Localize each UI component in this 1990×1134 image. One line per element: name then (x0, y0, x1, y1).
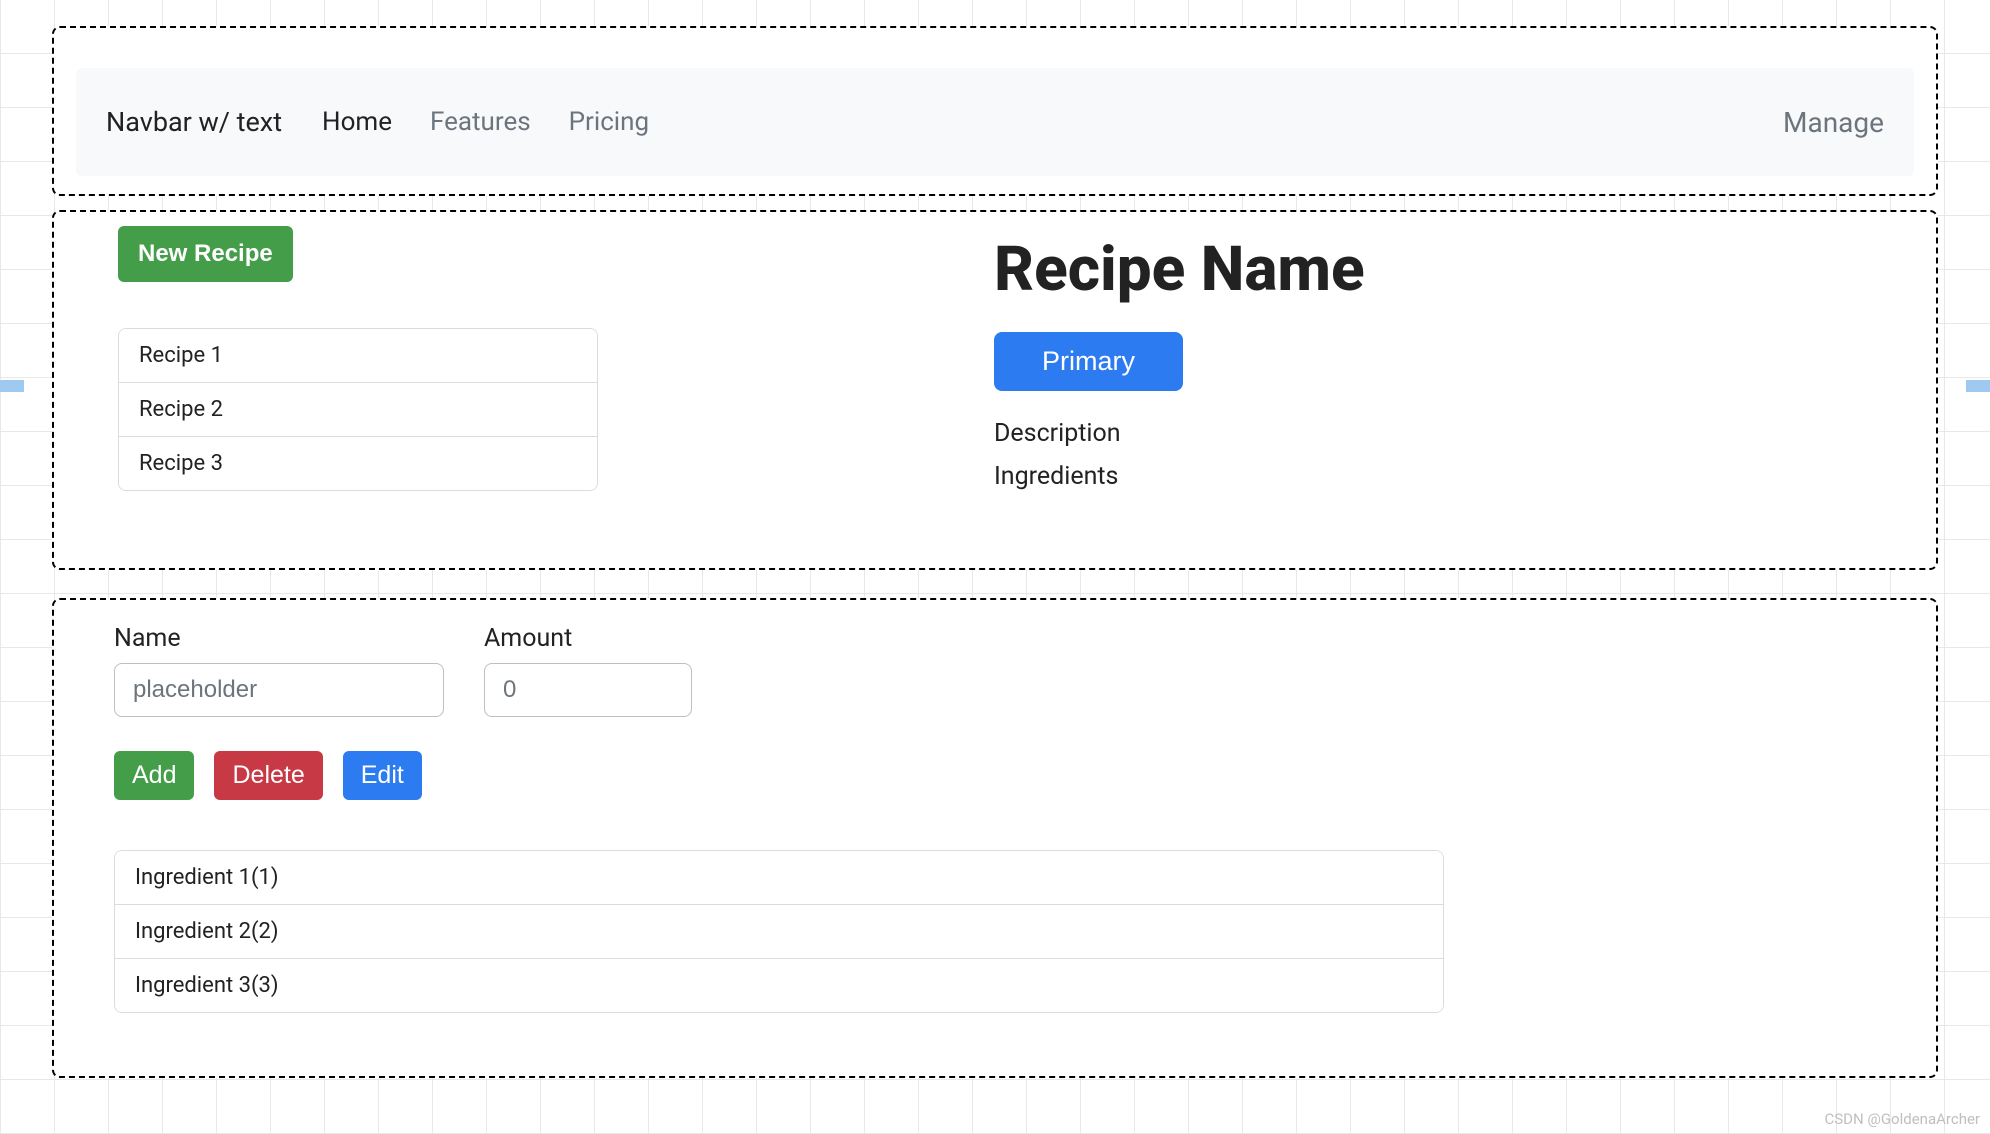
navbar-container: Navbar w/ text Home Features Pricing Man… (52, 26, 1938, 196)
edit-button-row: Add Delete Edit (114, 751, 1876, 800)
ruler-mark-right (1966, 380, 1990, 392)
recipe-description-label: Description (994, 419, 1365, 448)
recipe-container: New Recipe Recipe 1 Recipe 2 Recipe 3 Re… (52, 210, 1938, 570)
watermark: CSDN @GoldenaArcher (1824, 1110, 1980, 1128)
ingredient-list: Ingredient 1(1) Ingredient 2(2) Ingredie… (114, 850, 1444, 1013)
edit-container: Name Amount Add Delete Edit Ingredient 1… (52, 598, 1938, 1078)
recipe-list-item[interactable]: Recipe 1 (119, 329, 597, 383)
ruler-mark-left (0, 380, 24, 392)
amount-label: Amount (484, 624, 692, 653)
nav-link-pricing[interactable]: Pricing (569, 107, 649, 137)
navbar-brand: Navbar w/ text (106, 106, 282, 138)
recipe-primary-button[interactable]: Primary (994, 332, 1183, 391)
navbar: Navbar w/ text Home Features Pricing Man… (76, 68, 1914, 176)
edit-form-row: Name Amount (114, 624, 1876, 717)
recipe-list: Recipe 1 Recipe 2 Recipe 3 (118, 328, 598, 491)
recipe-list-item[interactable]: Recipe 3 (119, 437, 597, 490)
amount-form-group: Amount (484, 624, 692, 717)
recipe-ingredients-label: Ingredients (994, 462, 1365, 491)
ingredient-list-item[interactable]: Ingredient 1(1) (115, 851, 1443, 905)
delete-button[interactable]: Delete (214, 751, 322, 800)
nav-link-home[interactable]: Home (322, 107, 392, 137)
name-input[interactable] (114, 663, 444, 717)
add-button[interactable]: Add (114, 751, 194, 800)
recipe-left-panel: New Recipe Recipe 1 Recipe 2 Recipe 3 (118, 226, 598, 491)
nav-link-features[interactable]: Features (430, 107, 531, 137)
new-recipe-button[interactable]: New Recipe (118, 226, 293, 282)
recipe-title: Recipe Name (994, 236, 1365, 304)
recipe-meta: Description Ingredients (994, 419, 1365, 491)
amount-input[interactable] (484, 663, 692, 717)
name-label: Name (114, 624, 444, 653)
ingredient-list-item[interactable]: Ingredient 2(2) (115, 905, 1443, 959)
recipe-detail-panel: Recipe Name Primary Description Ingredie… (994, 236, 1365, 505)
ingredient-list-item[interactable]: Ingredient 3(3) (115, 959, 1443, 1012)
name-form-group: Name (114, 624, 444, 717)
edit-button[interactable]: Edit (343, 751, 422, 800)
recipe-list-item[interactable]: Recipe 2 (119, 383, 597, 437)
nav-link-manage[interactable]: Manage (1783, 106, 1884, 139)
